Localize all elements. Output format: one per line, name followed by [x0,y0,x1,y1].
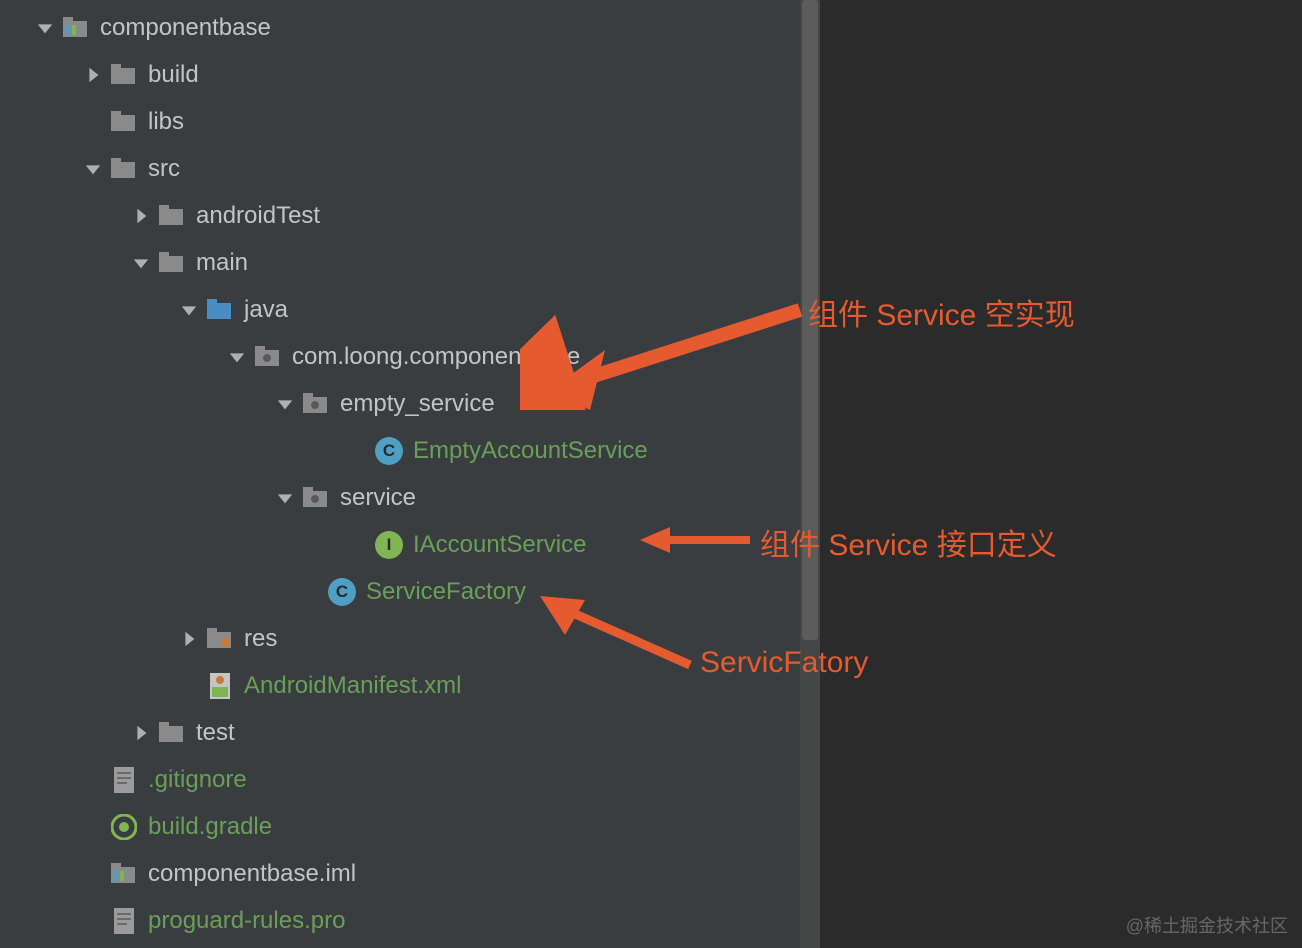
package-icon [302,484,330,512]
annotation-servicefactory: ServicFatory [700,646,868,680]
tree-label: IAccountService [413,531,586,559]
package-icon [302,390,330,418]
tree-item-package[interactable]: com.loong.componentbase [0,333,800,380]
module-icon [110,860,138,888]
tree-label: src [148,155,180,183]
chevron-right-icon[interactable] [130,722,152,744]
annotation-empty-impl: 组件 Service 空实现 [808,290,1075,334]
tree-item-iml[interactable]: componentbase.iml [0,850,800,897]
tree-item-servicefactory[interactable]: C ServiceFactory [0,568,800,615]
tree-item-service[interactable]: service [0,474,800,521]
annotation-interface-def: 组件 Service 接口定义 [760,520,1057,564]
chevron-down-icon[interactable] [82,158,104,180]
tree-item-main[interactable]: main [0,239,800,286]
tree-item-gitignore[interactable]: .gitignore [0,756,800,803]
tree-label: test [196,719,235,747]
folder-icon [158,249,186,277]
tree-label: com.loong.componentbase [292,343,580,371]
tree-item-buildgradle[interactable]: build.gradle [0,803,800,850]
tree-label: res [244,625,277,653]
resource-folder-icon [206,625,234,653]
folder-icon [158,719,186,747]
tree-label: libs [148,108,184,136]
file-icon [110,907,138,935]
tree-label: service [340,484,416,512]
tree-label: ServiceFactory [366,578,526,606]
tree-label: componentbase [100,14,271,42]
interface-icon: I [375,531,403,559]
chevron-down-icon[interactable] [130,252,152,274]
tree-item-empty-service[interactable]: empty_service [0,380,800,427]
chevron-down-icon[interactable] [178,299,200,321]
tree-label: proguard-rules.pro [148,907,345,935]
tree-item-libs[interactable]: libs [0,98,800,145]
editor-area [800,0,1302,948]
tree-item-iaccountservice[interactable]: I IAccountService [0,521,800,568]
folder-icon [110,108,138,136]
package-icon [254,343,282,371]
tree-item-test[interactable]: test [0,709,800,756]
chevron-down-icon[interactable] [274,393,296,415]
module-icon [62,14,90,42]
chevron-down-icon[interactable] [34,17,56,39]
tree-item-emptyaccountservice[interactable]: C EmptyAccountService [0,427,800,474]
folder-icon [110,155,138,183]
manifest-icon [206,672,234,700]
tree-item-src[interactable]: src [0,145,800,192]
tree-item-res[interactable]: res [0,615,800,662]
tree-label: build [148,61,199,89]
tree-item-proguard[interactable]: proguard-rules.pro [0,897,800,944]
chevron-right-icon[interactable] [130,205,152,227]
chevron-right-icon[interactable] [82,64,104,86]
tree-item-build[interactable]: build [0,51,800,98]
tree-label: main [196,249,248,277]
class-icon: C [328,578,356,606]
folder-icon [158,202,186,230]
class-icon: C [375,437,403,465]
tree-item-androidmanifest[interactable]: AndroidManifest.xml [0,662,800,709]
tree-label: build.gradle [148,813,272,841]
folder-icon [110,61,138,89]
source-folder-icon [206,296,234,324]
tree-label: componentbase.iml [148,860,356,888]
tree-label: EmptyAccountService [413,437,648,465]
tree-label: empty_service [340,390,495,418]
chevron-right-icon[interactable] [178,628,200,650]
gradle-icon [110,813,138,841]
project-tree[interactable]: componentbase build libs src [0,0,800,948]
tree-item-androidtest[interactable]: androidTest [0,192,800,239]
tree-label: AndroidManifest.xml [244,672,461,700]
chevron-down-icon[interactable] [226,346,248,368]
tree-label: androidTest [196,202,320,230]
tree-label: java [244,296,288,324]
tree-item-java[interactable]: java [0,286,800,333]
file-icon [110,766,138,794]
chevron-down-icon[interactable] [274,487,296,509]
watermark: @稀土掘金技术社区 [1126,912,1288,938]
tree-label: .gitignore [148,766,247,794]
tree-item-componentbase[interactable]: componentbase [0,4,800,51]
